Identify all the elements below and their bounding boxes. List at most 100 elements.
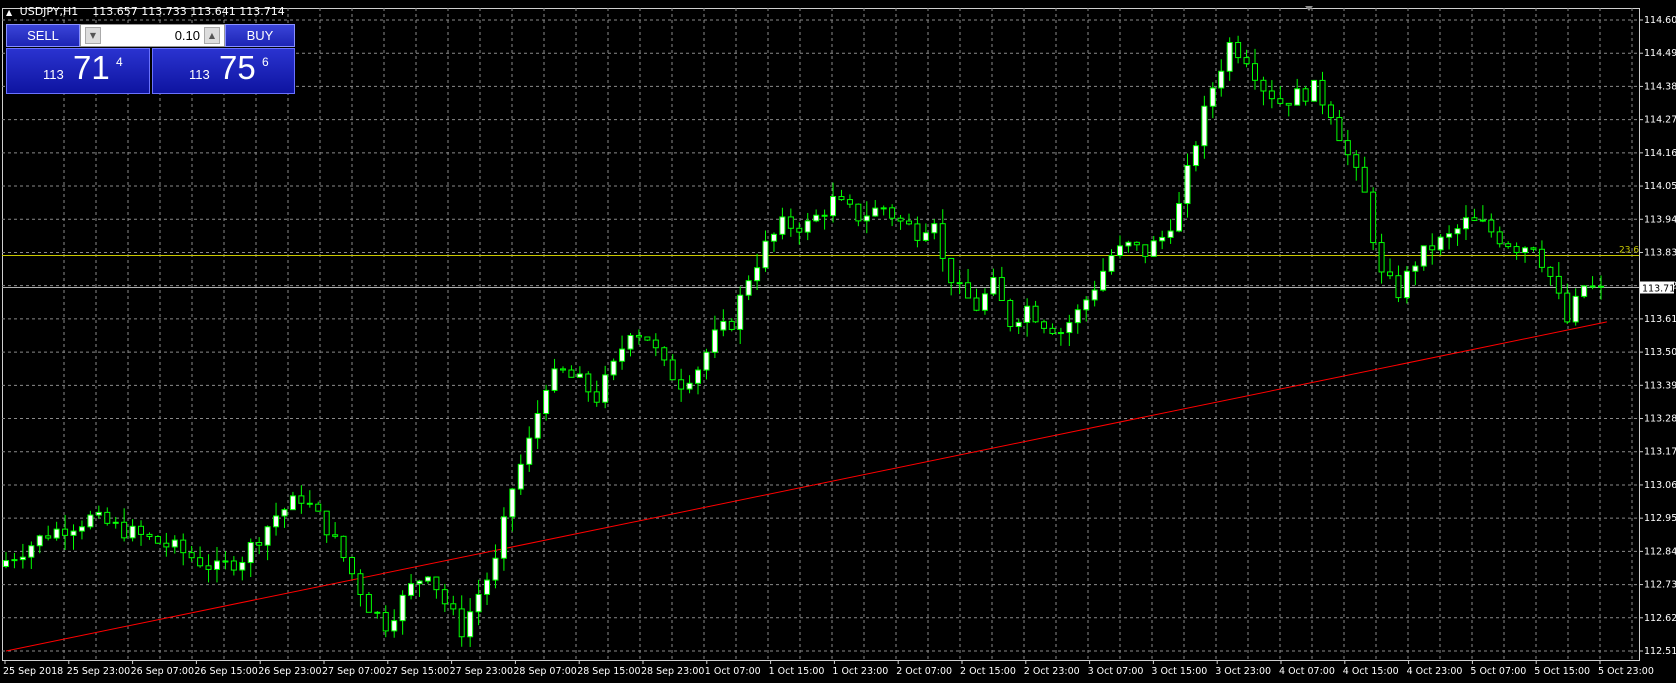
bull-candle [1091, 289, 1098, 301]
bear-candle [1243, 57, 1250, 65]
bull-candle [1403, 270, 1410, 299]
bear-candle [1589, 285, 1596, 288]
bear-candle [458, 608, 465, 638]
bull-candle [247, 542, 254, 564]
lot-size-field[interactable]: ▼ 0.10 ▲ [80, 24, 225, 47]
bull-candle [281, 509, 288, 517]
time-label: 25 Sep 23:00 [67, 666, 130, 677]
bear-candle [1032, 305, 1039, 323]
bull-candle [1446, 233, 1453, 238]
bear-candle [441, 589, 448, 605]
bear-candle [965, 282, 972, 299]
bull-candle [289, 495, 296, 511]
price-label: 112.840 [1644, 546, 1676, 557]
bull-candle [70, 530, 77, 536]
bull-candle [779, 216, 786, 235]
lot-size-value[interactable]: 0.10 [175, 28, 200, 43]
bear-candle [121, 521, 128, 539]
price-label: 114.490 [1644, 48, 1676, 59]
bull-candle [619, 348, 626, 362]
bear-candle [1395, 275, 1402, 299]
bear-candle [1555, 275, 1562, 294]
bear-candle [163, 542, 170, 548]
bull-candle [1100, 270, 1107, 291]
bull-candle [78, 526, 85, 532]
bull-candle [602, 374, 609, 403]
sell-price-fraction: 4 [116, 55, 123, 69]
fib-level-label: 23.6 [1619, 245, 1639, 255]
bear-candle [62, 528, 69, 536]
bull-candle [1176, 203, 1183, 232]
chart-symbol: USDJPY,H1 [19, 5, 79, 18]
time-label: 5 Oct 15:00 [1534, 666, 1590, 677]
chart-ohlc: 113.657 113.733 113.641 113.714 [92, 5, 285, 18]
bull-candle [762, 240, 769, 269]
buy-button[interactable]: BUY [225, 24, 295, 47]
bear-candle [1268, 90, 1275, 100]
bull-candle [467, 611, 474, 638]
bear-candle [855, 203, 862, 222]
time-label: 26 Sep 07:00 [131, 666, 194, 677]
one-click-trading-panel: SELL ▼ 0.10 ▲ BUY 113 71 4 113 75 6 [6, 24, 295, 94]
bull-candle [1057, 332, 1064, 335]
time-label: 2 Oct 07:00 [896, 666, 952, 677]
bear-candle [1429, 245, 1436, 251]
bull-candle [95, 511, 102, 516]
bull-candle [770, 233, 777, 242]
price-chart[interactable]: 114.600 114.490 114.380 114.270 114.160 114.0… [0, 0, 1676, 679]
bull-candle [53, 528, 60, 539]
bear-candle [1319, 79, 1326, 106]
bull-candle [686, 382, 693, 390]
bull-candle [399, 594, 406, 622]
bear-candle [939, 223, 946, 259]
bull-candle [695, 369, 702, 384]
time-label: 27 Sep 07:00 [322, 666, 385, 677]
bear-candle [1142, 244, 1149, 257]
lot-increase-icon[interactable]: ▲ [204, 27, 220, 44]
sell-price-prefix: 113 [43, 67, 64, 82]
time-label: 3 Oct 15:00 [1151, 666, 1207, 677]
buy-price-button[interactable]: 113 75 6 [152, 48, 295, 94]
bear-candle [332, 534, 339, 537]
bear-candle [1041, 321, 1048, 329]
price-label: 113.830 [1644, 247, 1676, 258]
bear-candle [1513, 246, 1520, 253]
price-label: 114.380 [1644, 81, 1676, 92]
bull-candle [931, 223, 938, 234]
bear-candle [897, 217, 904, 222]
lot-decrease-icon[interactable]: ▼ [85, 27, 101, 44]
price-label: 113.060 [1644, 480, 1676, 491]
bear-candle [1327, 104, 1334, 118]
bear-candle [45, 535, 52, 539]
current-price-label: 113.714 [1642, 283, 1676, 294]
collapse-triangle-icon[interactable]: ▲ [6, 8, 12, 17]
buy-price-fraction: 6 [262, 55, 269, 69]
bear-candle [905, 220, 912, 225]
bull-candle [804, 220, 811, 233]
bull-candle [1201, 105, 1208, 147]
bear-candle [306, 502, 313, 505]
time-label: 1 Oct 07:00 [705, 666, 761, 677]
bear-candle [1378, 242, 1385, 273]
bear-candle [678, 379, 685, 390]
chart-area[interactable]: 114.600 114.490 114.380 114.270 114.160 114.0… [0, 0, 1676, 679]
bull-candle [3, 560, 9, 567]
time-label: 26 Sep 15:00 [194, 666, 257, 677]
bear-candle [1235, 42, 1242, 59]
buy-price-pips: 75 [219, 49, 256, 86]
bull-candle [1294, 88, 1301, 106]
bull-candle [627, 334, 634, 350]
sell-price-button[interactable]: 113 71 4 [6, 48, 150, 94]
bull-candle [129, 525, 136, 539]
bull-candle [222, 560, 229, 563]
bear-candle [374, 611, 381, 614]
bull-candle [1108, 255, 1115, 272]
bull-candle [1209, 87, 1216, 107]
time-label: 5 Oct 23:00 [1598, 666, 1654, 677]
bear-candle [973, 297, 980, 311]
bull-candle [273, 515, 280, 528]
price-label: 112.510 [1644, 646, 1676, 657]
bull-candle [880, 207, 887, 210]
bear-candle [205, 565, 212, 570]
sell-button[interactable]: SELL [6, 24, 80, 47]
